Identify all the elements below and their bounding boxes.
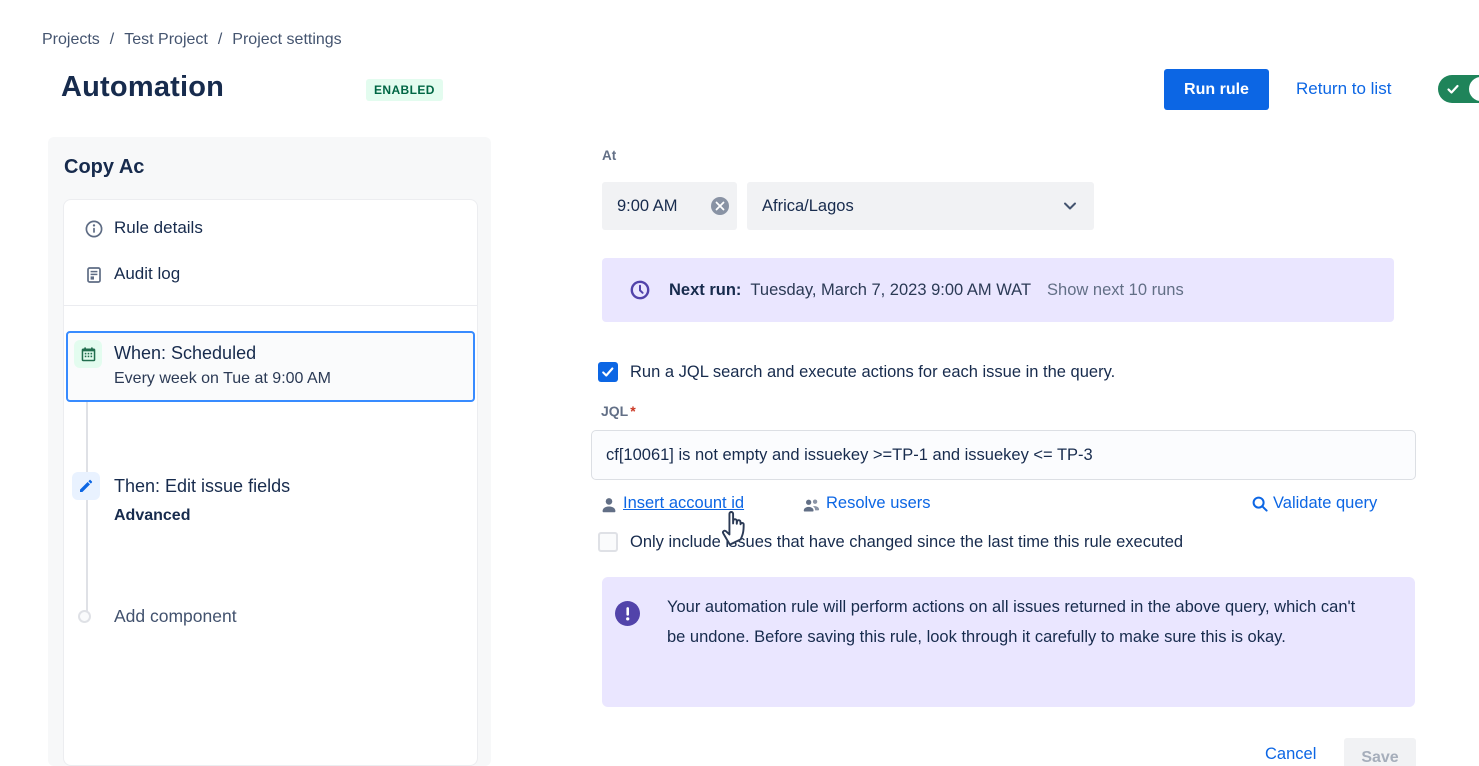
status-badge: ENABLED bbox=[366, 79, 443, 101]
timezone-select[interactable]: Africa/Lagos bbox=[747, 182, 1094, 230]
jql-input[interactable] bbox=[591, 430, 1416, 480]
return-to-list-link[interactable]: Return to list bbox=[1296, 79, 1391, 99]
calendar-icon bbox=[74, 340, 102, 368]
person-icon bbox=[600, 496, 618, 514]
search-icon bbox=[1251, 495, 1269, 513]
clear-time-icon[interactable] bbox=[711, 197, 729, 215]
jql-search-checkbox[interactable] bbox=[598, 362, 618, 382]
automation-rule-editor: Projects / Test Project / Project settin… bbox=[0, 0, 1479, 766]
required-asterisk: * bbox=[630, 403, 635, 419]
jql-search-checkbox-label[interactable]: Run a JQL search and execute actions for… bbox=[630, 363, 1115, 382]
sidebar-item-rule-details[interactable]: Rule details bbox=[114, 218, 203, 238]
next-run-value: Tuesday, March 7, 2023 9:00 AM WAT bbox=[750, 281, 1031, 300]
warning-icon bbox=[615, 601, 640, 626]
chevron-down-icon bbox=[1062, 198, 1078, 214]
cancel-button[interactable]: Cancel bbox=[1265, 745, 1316, 764]
sidebar-item-audit-log[interactable]: Audit log bbox=[114, 264, 180, 284]
add-component-node[interactable] bbox=[78, 610, 91, 623]
warning-text: Your automation rule will perform action… bbox=[667, 593, 1377, 652]
info-icon bbox=[84, 219, 104, 239]
show-next-runs-link[interactable]: Show next 10 runs bbox=[1047, 281, 1184, 300]
when-step-subtitle: Every week on Tue at 9:00 AM bbox=[114, 370, 331, 388]
then-step-subtitle: Advanced bbox=[114, 507, 190, 525]
check-icon bbox=[601, 365, 615, 379]
only-changed-checkbox[interactable] bbox=[598, 532, 618, 552]
clock-icon bbox=[629, 279, 651, 301]
then-step-title[interactable]: Then: Edit issue fields bbox=[114, 476, 290, 497]
sidebar-divider bbox=[64, 305, 477, 306]
insert-account-id-link[interactable]: Insert account id bbox=[623, 494, 744, 513]
jql-field-label: JQL* bbox=[601, 403, 636, 419]
audit-log-icon bbox=[84, 265, 104, 285]
breadcrumb-test-project[interactable]: Test Project bbox=[124, 31, 208, 49]
timezone-value: Africa/Lagos bbox=[762, 197, 854, 216]
step-when-scheduled[interactable] bbox=[66, 331, 475, 402]
at-label: At bbox=[602, 148, 616, 163]
rule-enabled-toggle[interactable] bbox=[1438, 75, 1479, 103]
when-step-title: When: Scheduled bbox=[114, 343, 256, 364]
next-run-label: Next run: bbox=[669, 281, 741, 300]
breadcrumb-separator: / bbox=[110, 31, 114, 49]
run-rule-button[interactable]: Run rule bbox=[1164, 69, 1269, 110]
breadcrumb-separator: / bbox=[218, 31, 222, 49]
next-run-banner: Next run: Tuesday, March 7, 2023 9:00 AM… bbox=[602, 258, 1394, 322]
breadcrumb-projects[interactable]: Projects bbox=[42, 31, 100, 49]
breadcrumb-project-settings[interactable]: Project settings bbox=[232, 31, 341, 49]
toggle-knob bbox=[1469, 77, 1479, 101]
only-changed-checkbox-label[interactable]: Only include issues that have changed si… bbox=[630, 533, 1183, 552]
time-value: 9:00 AM bbox=[617, 197, 678, 216]
validate-query-link[interactable]: Validate query bbox=[1273, 494, 1377, 513]
pencil-icon bbox=[72, 472, 100, 500]
add-component-label[interactable]: Add component bbox=[114, 606, 237, 627]
people-icon bbox=[803, 497, 820, 514]
rule-name: Copy Ac bbox=[64, 156, 144, 179]
breadcrumb: Projects / Test Project / Project settin… bbox=[42, 31, 342, 49]
check-icon bbox=[1446, 82, 1460, 96]
save-button[interactable]: Save bbox=[1344, 738, 1416, 766]
page-title: Automation bbox=[61, 71, 224, 104]
resolve-users-link[interactable]: Resolve users bbox=[826, 494, 931, 513]
